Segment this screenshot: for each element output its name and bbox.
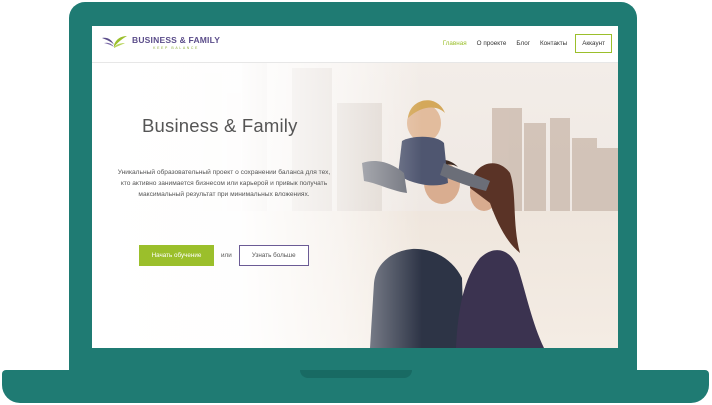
logo-text: BUSINESS & FAMILY KEEP BALANCE — [132, 36, 220, 50]
laptop-mockup: BUSINESS & FAMILY KEEP BALANCE Главная О… — [0, 0, 712, 405]
site-header: BUSINESS & FAMILY KEEP BALANCE Главная О… — [92, 26, 618, 63]
bird-logo-icon — [102, 36, 127, 48]
laptop-notch — [300, 370, 412, 378]
start-learning-button[interactable]: Начать обучение — [139, 245, 214, 266]
account-button[interactable]: Аккаунт — [575, 34, 612, 53]
hero-gradient-overlay — [92, 63, 422, 348]
logo-subtitle: KEEP BALANCE — [153, 45, 199, 50]
hero-title: Business & Family — [142, 115, 298, 136]
nav-item-about[interactable]: О проекте — [477, 40, 507, 47]
site-logo[interactable]: BUSINESS & FAMILY KEEP BALANCE — [100, 34, 220, 52]
nav-item-blog[interactable]: Блог — [516, 40, 530, 47]
nav-item-contacts[interactable]: Контакты — [540, 40, 567, 47]
learn-more-button[interactable]: Узнать больше — [238, 245, 309, 266]
hero-actions: Начать обучение или Узнать больше — [139, 245, 309, 266]
hero-description: Уникальный образовательный проект о сохр… — [117, 169, 331, 198]
hero-section: Business & Family Уникальный образовател… — [92, 63, 618, 348]
nav-item-home[interactable]: Главная — [443, 40, 467, 47]
main-nav: Главная О проекте Блог Контакты Аккаунт — [433, 34, 612, 53]
or-separator: или — [221, 252, 232, 259]
logo-title: BUSINESS & FAMILY — [132, 35, 221, 45]
laptop-screen: BUSINESS & FAMILY KEEP BALANCE Главная О… — [92, 26, 618, 348]
